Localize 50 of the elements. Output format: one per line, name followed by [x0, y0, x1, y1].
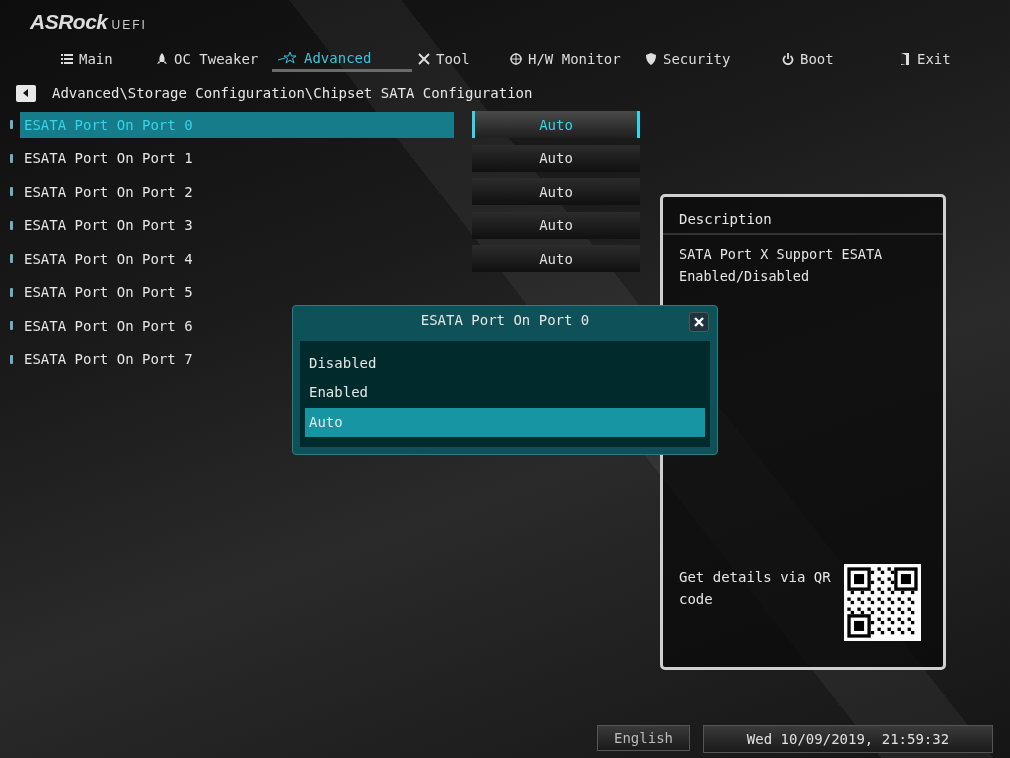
qr-hint-text: Get details via QR code [679, 568, 832, 609]
close-icon [694, 317, 704, 327]
item-marker-icon [10, 153, 13, 163]
qr-code-icon [844, 564, 921, 641]
setting-label[interactable]: ESATA Port On Port 1 [20, 145, 454, 172]
item-marker-icon [10, 120, 13, 130]
menu-tab[interactable]: Security [639, 46, 776, 72]
exit-door-icon [899, 53, 911, 65]
setting-value-button[interactable]: Auto [472, 144, 640, 172]
brand-logo: ASRock [30, 10, 108, 34]
option-item[interactable]: Enabled [305, 378, 705, 408]
tools-icon [418, 53, 430, 65]
menu-tab[interactable]: Boot [776, 46, 893, 72]
shield-icon [645, 53, 657, 65]
item-marker-icon [10, 254, 13, 264]
language-button[interactable]: English [597, 725, 690, 751]
setting-value-button[interactable]: Auto [472, 211, 640, 239]
dialog-title: ESATA Port On Port 0 [420, 312, 590, 329]
close-button[interactable] [689, 312, 709, 332]
menu-tab[interactable]: Main [55, 46, 150, 72]
description-title: Description [663, 197, 943, 235]
back-arrow-icon [22, 89, 30, 97]
setting-value-button[interactable]: Auto [472, 178, 640, 206]
power-icon [782, 53, 794, 65]
date-time-display: Wed 10/09/2019, 21:59:32 [703, 725, 993, 753]
setting-label[interactable]: ESATA Port On Port 5 [20, 279, 454, 306]
setting-value-button[interactable]: Auto [472, 111, 640, 139]
list-icon [61, 53, 73, 65]
setting-label[interactable]: ESATA Port On Port 3 [20, 212, 454, 239]
menu-tab[interactable]: Tool [412, 46, 504, 72]
item-marker-icon [10, 354, 13, 364]
description-text: SATA Port X Support ESATA Enabled/Disabled [678, 245, 884, 286]
menu-tab[interactable]: OC Tweaker [150, 46, 272, 72]
crosshair-icon [510, 53, 522, 65]
item-marker-icon [10, 187, 13, 197]
menu-tab[interactable]: H/W Monitor [504, 46, 639, 72]
star-icon [278, 51, 298, 64]
menu-tab[interactable]: Exit [893, 46, 957, 72]
rocket-icon [156, 53, 168, 65]
setting-label[interactable]: ESATA Port On Port 4 [20, 245, 454, 272]
setting-label[interactable]: ESATA Port On Port 2 [20, 178, 454, 205]
item-marker-icon [10, 321, 13, 331]
menu-tab[interactable]: Advanced [272, 46, 412, 72]
item-marker-icon [10, 287, 13, 297]
breadcrumb-path: Advanced\Storage Configuration\Chipset SATA Configuration [52, 85, 533, 101]
back-button[interactable] [16, 84, 36, 102]
item-marker-icon [10, 220, 13, 230]
option-item[interactable]: Disabled [305, 348, 705, 378]
brand-suffix: UEFI [111, 18, 147, 32]
setting-value-button[interactable]: Auto [472, 245, 640, 273]
